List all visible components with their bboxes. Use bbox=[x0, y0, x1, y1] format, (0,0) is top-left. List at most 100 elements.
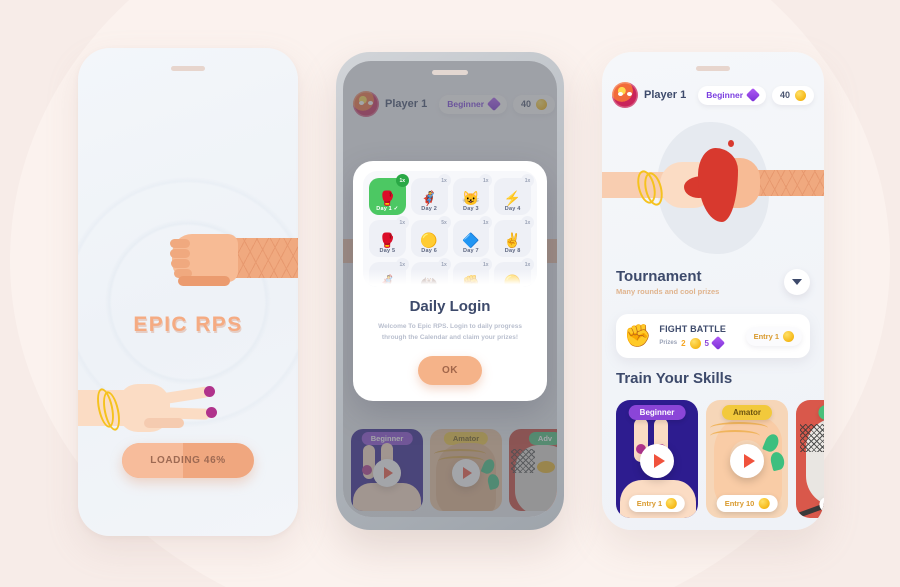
splash-scissors-hand-illustration bbox=[78, 380, 290, 442]
battle-info: FIGHT BATTLE Prizes 2 5 bbox=[659, 323, 727, 351]
gem-icon bbox=[745, 87, 761, 103]
loading-label: LOADING 46% bbox=[150, 455, 226, 466]
loading-progress-button: LOADING 46% bbox=[122, 443, 254, 478]
reward-icon: 🔷 bbox=[462, 232, 480, 248]
daily-reward-cell[interactable]: 1x ⚡ Day 4 bbox=[494, 174, 534, 215]
reward-icon: 🥊 bbox=[378, 190, 397, 206]
tournament-subtitle: Many rounds and cool prizes bbox=[616, 287, 720, 296]
phone-speaker-notch bbox=[171, 66, 205, 71]
coin-icon bbox=[758, 498, 770, 509]
daily-reward-cell[interactable]: 1x 🔷 Day 7 bbox=[452, 216, 493, 257]
day-label: Day 4 bbox=[504, 206, 521, 212]
phone-speaker-notch bbox=[696, 66, 730, 71]
coin-prize-value: 2 bbox=[681, 338, 686, 348]
train-cards-row: Beginner Entry 1 Amator Entry 10 bbox=[616, 400, 824, 518]
prize-row: Prizes 2 5 bbox=[659, 335, 726, 351]
reward-icon: ✌ bbox=[503, 232, 522, 248]
difficulty-chip: Amator bbox=[721, 405, 773, 420]
coin-icon bbox=[783, 330, 794, 342]
multiplier-badge: 1x bbox=[395, 216, 409, 229]
multiplier-badge: 1x bbox=[479, 216, 493, 229]
daily-reward-cell[interactable]: 1x 🥊 Day 1 ✓ bbox=[369, 174, 409, 215]
mask-pattern-art bbox=[800, 424, 824, 452]
reward-icon: 🟡 bbox=[420, 232, 438, 248]
day-label: Day 5 bbox=[379, 248, 396, 254]
daily-reward-cell[interactable]: 1x 😺 Day 3 bbox=[452, 174, 493, 215]
reward-icon: 😺 bbox=[462, 190, 480, 206]
entry-badge: Entry 1 bbox=[628, 495, 686, 512]
rank-label: Beginner bbox=[706, 90, 744, 100]
tournament-expand-button[interactable] bbox=[784, 269, 810, 295]
entry-label: Entry 1 bbox=[636, 499, 663, 508]
play-button[interactable] bbox=[640, 444, 674, 479]
calendar-container: 1x 🥊 Day 1 ✓ 1x 🦸 Day 2 1x 😺 Day 3 1x ⚡ Day 4 1x 🥊 Day… bbox=[363, 171, 537, 287]
entry-label: Entry 10 bbox=[724, 499, 755, 508]
multiplier-badge: 1x bbox=[395, 174, 409, 187]
entry-badge: Entry 10 bbox=[716, 495, 778, 512]
avatar[interactable] bbox=[612, 82, 638, 108]
multiplier-badge: 1x bbox=[437, 174, 451, 187]
player-name: Player 1 bbox=[644, 89, 687, 101]
splash-rock-hand-illustration bbox=[138, 234, 298, 286]
tournament-title: Tournament bbox=[616, 268, 702, 285]
daily-reward-cell[interactable]: 1x 🥊 Day 5 bbox=[369, 216, 409, 257]
multiplier-badge: 5x bbox=[437, 216, 451, 229]
modal-title: Daily Login bbox=[409, 298, 491, 315]
play-icon bbox=[743, 454, 755, 469]
phone-home-screen: Player 1 Beginner 40 Tournament Many rou… bbox=[602, 52, 824, 530]
coin-icon bbox=[666, 498, 678, 509]
train-section-title: Train Your Skills bbox=[616, 370, 733, 387]
app-title: EPIC RPS bbox=[133, 313, 243, 336]
fist-icon: ✊ bbox=[624, 323, 652, 348]
phone-splash-screen: EPIC RPS LOADING 46% bbox=[78, 48, 298, 536]
battle-title: FIGHT BATTLE bbox=[659, 323, 727, 334]
train-card-beginner[interactable]: Beginner Entry 1 bbox=[616, 400, 698, 518]
prizes-label: Prizes bbox=[659, 340, 678, 346]
difficulty-chip: Beginner bbox=[628, 405, 686, 420]
reward-icon: 🦸 bbox=[420, 190, 438, 206]
rank-badge[interactable]: Beginner bbox=[698, 85, 767, 105]
train-card-amator[interactable]: Amator Entry 10 bbox=[706, 400, 788, 518]
daily-login-viewport: Beginner Amator bbox=[343, 61, 557, 517]
battle-entry-button[interactable]: Entry 1 bbox=[745, 326, 802, 346]
calendar-fade-mask bbox=[363, 269, 537, 287]
day-label: Day 6 bbox=[421, 248, 437, 254]
day-label: Day 7 bbox=[463, 248, 479, 254]
play-button[interactable] bbox=[730, 444, 764, 479]
day-label: Day 1 ✓ bbox=[376, 206, 399, 212]
train-card-advanced[interactable]: Adv Entry bbox=[796, 400, 824, 518]
daily-reward-cell[interactable]: 1x ✌ Day 8 bbox=[494, 216, 534, 257]
app-header: Player 1 Beginner 40 bbox=[602, 82, 824, 108]
reward-icon: 🥊 bbox=[378, 232, 397, 248]
difficulty-chip: Adv bbox=[818, 405, 824, 420]
play-icon bbox=[653, 454, 665, 469]
coin-icon bbox=[689, 337, 701, 349]
hand-line-art bbox=[710, 430, 760, 442]
coin-value: 40 bbox=[780, 90, 791, 100]
daily-reward-cell[interactable]: 5x 🟡 Day 6 bbox=[410, 216, 451, 257]
phone-speaker-notch bbox=[432, 70, 468, 75]
daily-reward-cell[interactable]: 1x 🦸 Day 2 bbox=[410, 174, 451, 215]
tournament-section-header: Tournament Many rounds and cool prizes bbox=[616, 268, 810, 296]
ok-button[interactable]: OK bbox=[418, 356, 482, 386]
hero-illustration bbox=[602, 114, 824, 262]
day-label: Day 8 bbox=[504, 248, 521, 254]
entry-label: Entry 1 bbox=[753, 331, 779, 341]
chevron-down-icon bbox=[792, 279, 802, 285]
daily-login-modal: 1x 🥊 Day 1 ✓ 1x 🦸 Day 2 1x 😺 Day 3 1x ⚡ Day 4 1x 🥊 Day… bbox=[353, 161, 547, 402]
multiplier-badge: 1x bbox=[521, 216, 534, 229]
reward-icon: ⚡ bbox=[503, 190, 522, 206]
coin-icon bbox=[795, 89, 807, 101]
blood-droplet bbox=[728, 140, 734, 147]
fight-battle-card[interactable]: ✊ FIGHT BATTLE Prizes 2 5 Entry 1 bbox=[616, 314, 810, 358]
mockup-stage: EPIC RPS LOADING 46% Beginn bbox=[0, 0, 900, 587]
coin-balance[interactable]: 40 bbox=[772, 85, 815, 105]
gem-icon bbox=[710, 335, 726, 351]
modal-description: Welcome To Epic RPS. Login to daily prog… bbox=[378, 323, 522, 341]
multiplier-badge: 1x bbox=[521, 174, 534, 187]
day-label: Day 3 bbox=[463, 206, 479, 212]
multiplier-badge: 1x bbox=[479, 174, 493, 187]
gem-prize-value: 5 bbox=[704, 338, 709, 348]
day-label: Day 2 bbox=[421, 206, 437, 212]
phone-daily-login-screen: Beginner Amator bbox=[336, 52, 564, 530]
